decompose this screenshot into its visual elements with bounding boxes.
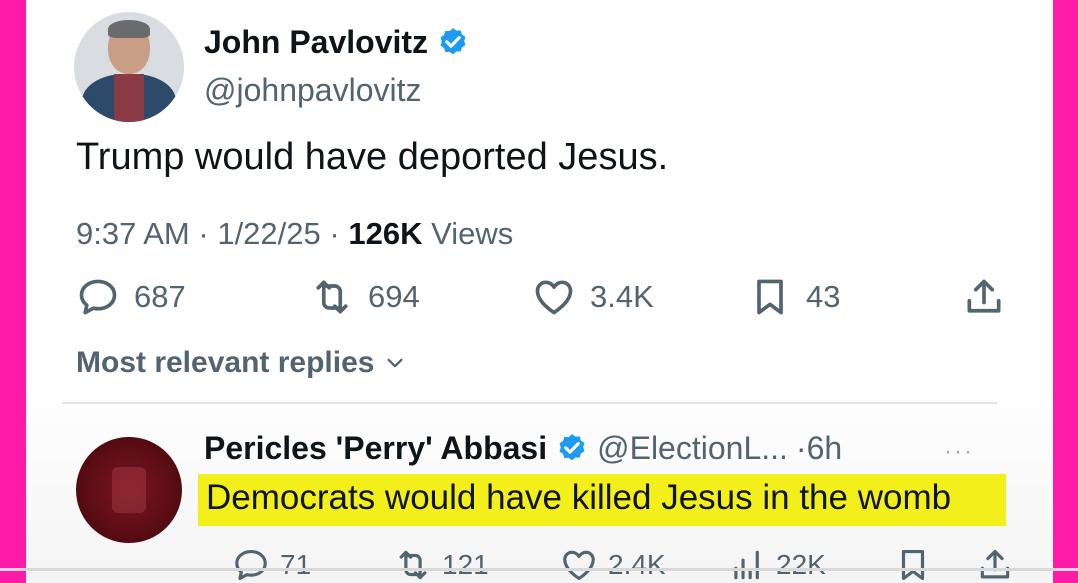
reply-button[interactable]: 687	[76, 275, 186, 319]
meta-separator: ·	[198, 216, 209, 251]
reply-views-count: 22K	[776, 549, 826, 580]
reply-repost-button[interactable]: 121	[394, 546, 489, 583]
tweet-actions: 687 694 3.4K 43	[76, 275, 1001, 319]
reply-share-button[interactable]	[976, 546, 1014, 583]
video-progress-line	[0, 568, 1078, 571]
tweet-meta: 9:37 AM · 1/22/25 · 126K Views	[76, 216, 513, 252]
reply-like-count: 2.4K	[608, 549, 666, 580]
author-avatar[interactable]	[74, 12, 184, 122]
tweet-card: John Pavlovitz @johnpavlovitz Trump woul…	[26, 0, 1053, 583]
reply-like-button[interactable]: 2.4K	[560, 546, 666, 583]
meta-separator: ·	[329, 216, 340, 251]
reply-icon	[79, 279, 117, 315]
bookmark-icon	[901, 549, 925, 581]
section-divider	[62, 402, 997, 404]
reply-reply-button[interactable]: 71	[232, 546, 311, 583]
verified-badge-icon	[440, 27, 466, 54]
tweet-text: Trump would have deported Jesus.	[76, 136, 669, 178]
like-count: 3.4K	[590, 279, 654, 314]
bookmark-count: 43	[806, 279, 841, 314]
repost-button[interactable]: 694	[310, 275, 420, 319]
tweet-date[interactable]: 1/22/25	[217, 216, 320, 251]
share-button[interactable]	[962, 275, 1006, 319]
reply-author-name[interactable]: Pericles 'Perry' Abbasi	[204, 430, 547, 467]
reply-author-avatar[interactable]	[76, 437, 182, 543]
bookmark-button[interactable]: 43	[748, 275, 840, 319]
repost-icon	[316, 280, 348, 314]
share-icon	[967, 279, 1001, 313]
reply-actions: 71 121 2.4K 22K	[204, 546, 1010, 583]
reply-bookmark-button[interactable]	[894, 546, 932, 583]
like-icon	[535, 280, 573, 315]
like-icon	[563, 550, 595, 581]
avatar-shirt	[114, 74, 144, 122]
reply-reply-count: 71	[280, 549, 312, 580]
share-icon	[980, 549, 1010, 579]
repost-icon	[399, 550, 427, 580]
chevron-down-icon	[387, 358, 404, 368]
author-handle[interactable]: @johnpavlovitz	[204, 72, 421, 109]
reply-time[interactable]: ·6h	[796, 430, 842, 467]
reply-author-handle[interactable]: @ElectionL...	[597, 430, 788, 467]
views-icon	[734, 550, 759, 580]
reply-views-button[interactable]: 22K	[728, 546, 826, 583]
reply-header: Pericles 'Perry' Abbasi @ElectionL... ·6…	[204, 430, 842, 467]
replies-sort-label: Most relevant replies	[76, 346, 375, 379]
tweet-time[interactable]: 9:37 AM	[76, 216, 190, 251]
avatar-hair	[108, 20, 150, 38]
avatar-graphic	[112, 467, 146, 513]
bookmark-icon	[757, 279, 783, 315]
reply-text: Democrats would have killed Jesus in the…	[198, 474, 1006, 526]
views-label: Views	[431, 216, 514, 251]
repost-count: 694	[368, 279, 420, 314]
author-name-row: John Pavlovitz	[204, 24, 470, 61]
reply-count: 687	[134, 279, 186, 314]
reply-icon	[235, 549, 267, 581]
like-button[interactable]: 3.4K	[532, 275, 654, 319]
replies-sort-dropdown[interactable]: Most relevant replies	[76, 346, 406, 380]
author-display-name[interactable]: John Pavlovitz	[204, 24, 428, 61]
reply-repost-count: 121	[442, 549, 489, 580]
views-count: 126K	[348, 216, 423, 251]
more-icon[interactable]: ···	[944, 438, 974, 466]
verified-badge-icon	[559, 433, 585, 460]
